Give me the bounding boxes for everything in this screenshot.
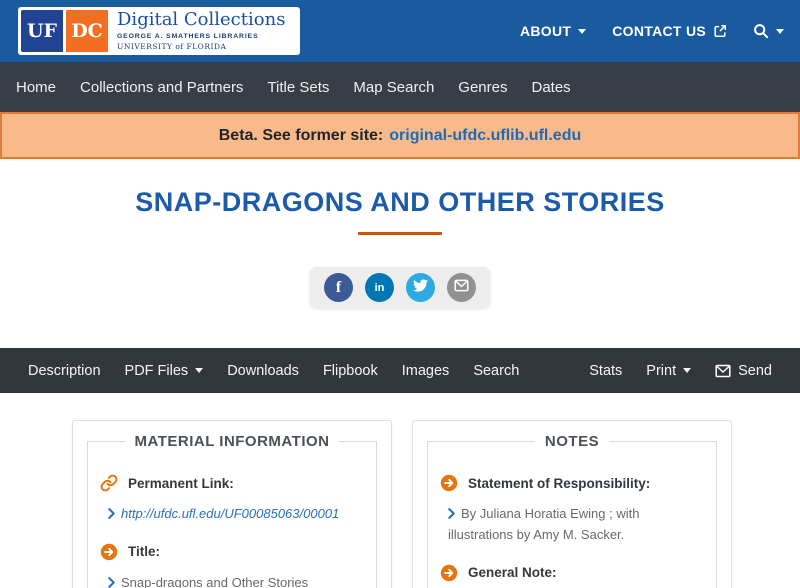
chevron-right-icon [108,574,115,588]
search-menu[interactable] [753,23,784,39]
field-value: Snap-dragons and Other Stories [100,573,364,588]
logo-subtitle-university: UNIVERSITY of FLORIDA [117,41,227,51]
toolbar-left: Description PDF Files Downloads Flipbook Ima… [16,363,531,379]
field-value-text: http://ufdc.ufl.edu/UF00085063/00001 [121,506,340,521]
panel-title: NOTES [544,433,600,450]
nav-item-title-sets[interactable]: Title Sets [255,79,341,96]
item-metadata: MATERIAL INFORMATION Permanent Link: http:… [0,393,800,588]
chevron-right-icon [108,505,115,526]
beta-banner: Beta. See former site: original-ufdc.ufl… [0,112,800,159]
title-section: SNAP-DRAGONS AND OTHER STORIES f in [0,159,800,348]
field-label: Title: [128,544,161,560]
toolbar-images[interactable]: Images [390,363,462,379]
item-toolbar: Description PDF Files Downloads Flipbook Ima… [0,348,800,393]
toolbar-label: Downloads [227,362,299,379]
permalink-icon [100,474,118,492]
toolbar-description[interactable]: Description [16,363,113,379]
twitter-share-button[interactable] [406,273,435,302]
about-menu[interactable]: ABOUT [519,23,587,39]
field-label: Statement of Responsibility: [468,475,651,491]
field-label: General Note: [468,565,557,581]
toolbar-label: Search [473,362,520,379]
social-share-bar: f in [310,267,490,308]
field-value-text: Snap-dragons and Other Stories [121,574,309,588]
toolbar-label: Print [646,362,677,379]
former-site-link[interactable]: original-ufdc.uflib.ufl.edu [389,127,581,145]
arrow-circle-icon [440,564,458,582]
chevron-down-icon [776,28,784,34]
beta-banner-text: Beta. See former site: [218,126,384,144]
panel-frame: MATERIAL INFORMATION Permanent Link: http:… [87,433,377,588]
external-link-icon [713,24,727,38]
main-nav: Home Collections and Partners Title Sets Ma… [0,62,800,112]
email-share-button[interactable] [447,273,476,302]
toolbar-label: Send [738,362,772,379]
about-menu-label: ABOUT [519,23,572,39]
contact-us-link[interactable]: CONTACT US [612,23,727,39]
nav-item-collections-and-partners[interactable]: Collections and Partners [68,79,255,96]
metadata-field: Permanent Link: [100,474,364,492]
toolbar-label: Stats [589,362,623,379]
field-value: By Juliana Horatia Ewing ; with illustra… [440,504,704,546]
field-label: Permanent Link: [128,475,234,491]
panel-title: MATERIAL INFORMATION [134,433,330,450]
toolbar-print[interactable]: Print [634,363,703,379]
toolbar-label: Flipbook [322,362,378,379]
envelope-icon [454,279,469,297]
logo-text: Digital Collections GEORGE A. SMATHERS L… [108,10,297,52]
logo-title: Digital Collections [117,9,286,31]
page-title: SNAP-DRAGONS AND OTHER STORIES [135,187,665,217]
toolbar-flipbook[interactable]: Flipbook [311,363,390,379]
header-menu: ABOUT CONTACT US [520,0,784,62]
toolbar-label: Description [28,362,101,379]
panel-notes: NOTES Statement of Responsibility: By Juli… [412,420,732,588]
toolbar-send[interactable]: Send [703,363,784,379]
toolbar-right: Stats Print Send [577,363,784,379]
nav-item-genres[interactable]: Genres [446,79,519,96]
toolbar-stats[interactable]: Stats [577,363,634,379]
nav-item-home[interactable]: Home [4,79,68,96]
linkedin-share-button[interactable]: in [365,273,394,302]
twitter-icon [413,278,428,298]
envelope-icon [715,364,731,378]
chevron-down-icon [195,368,204,373]
toolbar-downloads[interactable]: Downloads [215,363,311,379]
chevron-right-icon [448,505,455,526]
facebook-icon: f [335,278,342,296]
arrow-circle-icon [440,474,458,492]
chevron-down-icon [578,28,587,34]
contact-us-label: CONTACT US [612,23,706,39]
metadata-field: General Note: [440,564,704,582]
permanent-link-value[interactable]: http://ufdc.ufl.edu/UF00085063/00001 [100,504,364,525]
field-value-text: By Juliana Horatia Ewing ; with illustra… [448,506,640,542]
logo-subtitle-libraries: GEORGE A. SMATHERS LIBRARIES [117,32,259,40]
dc-logo-square: DC [66,10,108,52]
linkedin-icon: in [374,281,385,294]
nav-item-dates[interactable]: Dates [519,79,582,96]
title-underline [358,232,442,235]
toolbar-label: PDF Files [124,362,189,379]
metadata-field: Title: [100,543,364,561]
facebook-share-button[interactable]: f [324,273,353,302]
site-header: UF DC Digital Collections GEORGE A. SMAT… [0,0,800,62]
ufdc-logo[interactable]: UF DC Digital Collections GEORGE A. SMAT… [18,7,301,55]
chevron-down-icon [683,368,692,373]
panel-frame: NOTES Statement of Responsibility: By Juli… [427,433,717,588]
arrow-circle-icon [100,543,118,561]
toolbar-pdf-files[interactable]: PDF Files [113,363,216,379]
search-icon [753,23,769,39]
nav-item-map-search[interactable]: Map Search [341,79,446,96]
panel-material-information: MATERIAL INFORMATION Permanent Link: http:… [72,420,392,588]
toolbar-search[interactable]: Search [461,363,531,379]
metadata-field: Statement of Responsibility: [440,474,704,492]
uf-logo-square: UF [21,10,63,52]
toolbar-label: Images [401,362,450,379]
